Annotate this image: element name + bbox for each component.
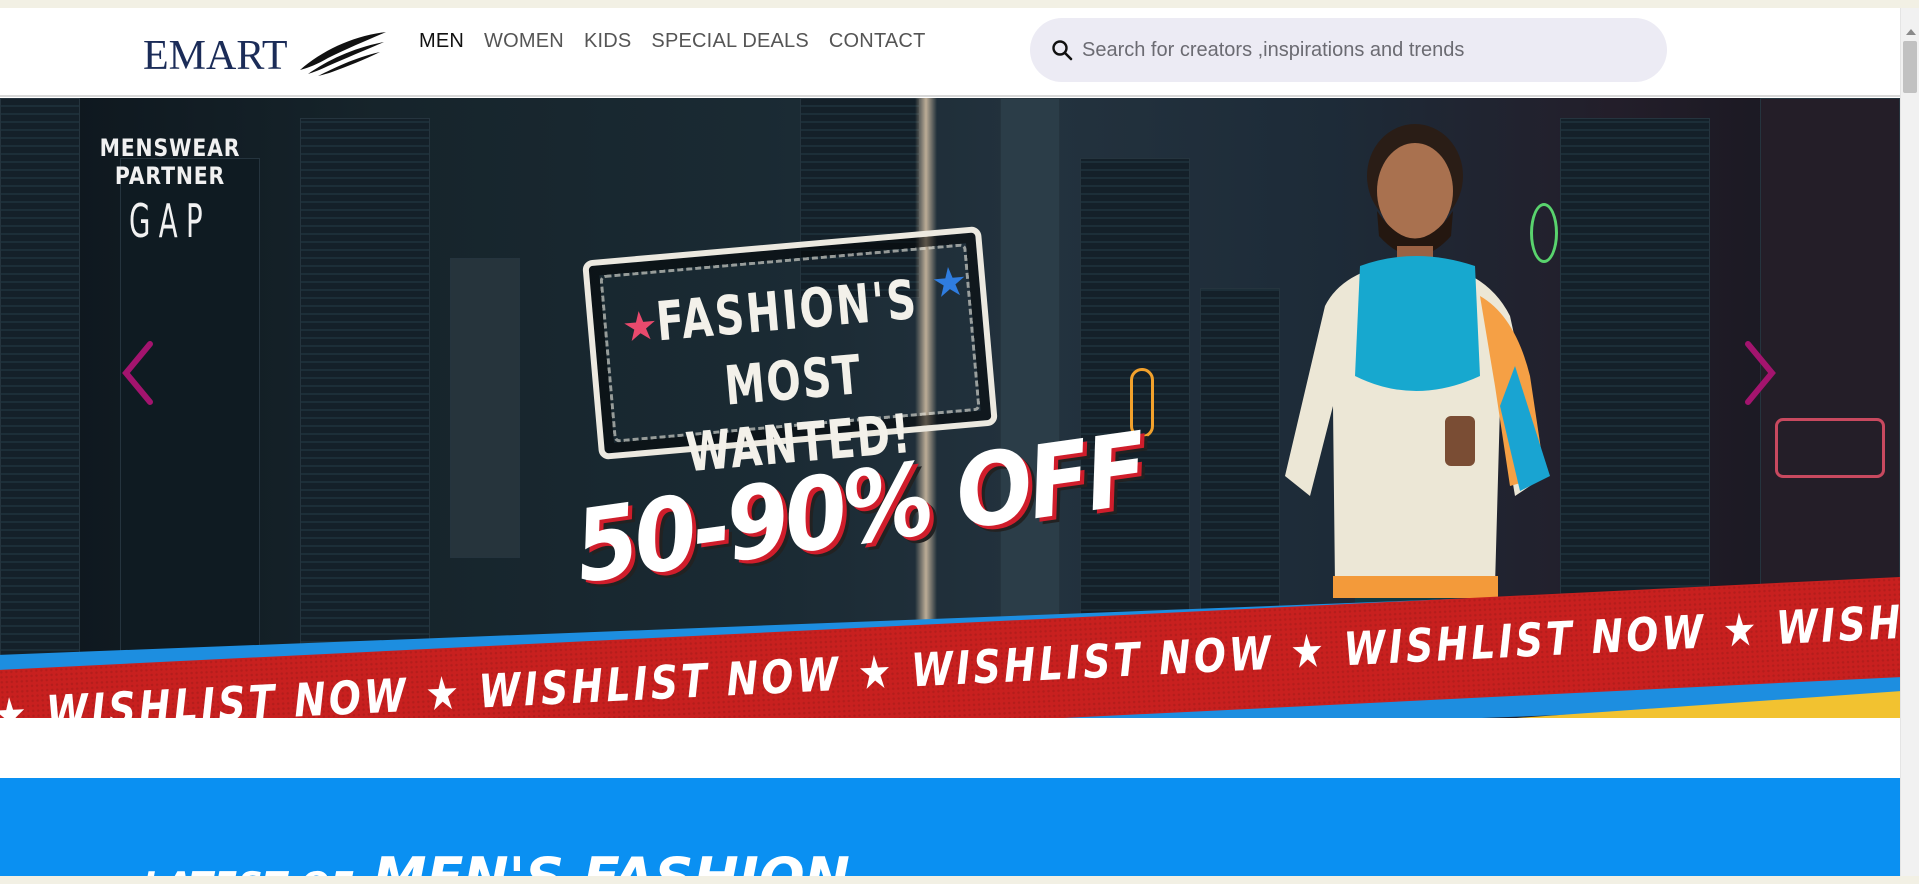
building — [300, 118, 430, 658]
partner-badge: MENSWEAR PARTNER GAP — [55, 134, 285, 248]
main-nav: MEN WOMEN KIDS SPECIAL DEALS CONTACT — [419, 30, 945, 53]
wing-icon — [300, 32, 386, 76]
window-bottom-border — [0, 876, 1919, 884]
site-header: EMART MEN WOMEN KIDS SPECIAL DEALS CONTA… — [0, 8, 1900, 97]
building — [1760, 98, 1900, 658]
hero-banner[interactable]: MENSWEAR PARTNER GAP FASHION'S MOST WANT… — [0, 98, 1900, 718]
latest-fashion-section: LATEST OF MEN'S FASHION — [0, 778, 1900, 876]
headline-stamp: FASHION'S MOST WANTED! ★ ★ — [582, 225, 998, 484]
partner-label: MENSWEAR PARTNER — [99, 134, 241, 190]
section-title-part2: MEN'S FASHION — [373, 846, 850, 876]
nav-kids[interactable]: KIDS — [584, 30, 631, 53]
nav-men[interactable]: MEN — [419, 30, 464, 53]
page: EMART MEN WOMEN KIDS SPECIAL DEALS CONTA… — [0, 8, 1900, 876]
search-bar[interactable] — [1030, 18, 1667, 82]
open-sign — [1775, 418, 1885, 478]
section-title: LATEST OF MEN'S FASHION — [143, 846, 850, 876]
nav-women[interactable]: WOMEN — [484, 30, 564, 53]
building — [1560, 118, 1710, 658]
star-icon: ★ — [620, 303, 660, 351]
scroll-up-arrow-icon[interactable] — [1906, 29, 1916, 35]
search-icon[interactable] — [1050, 38, 1074, 62]
nav-contact[interactable]: CONTACT — [829, 30, 926, 53]
partner-brand: GAP — [128, 194, 212, 248]
window-top-border — [0, 0, 1900, 8]
logo-text: EMART — [143, 33, 288, 79]
section-title-part1: LATEST OF — [143, 865, 355, 876]
chevron-left-icon[interactable] — [118, 338, 158, 408]
chevron-right-icon[interactable] — [1740, 338, 1780, 408]
building — [1000, 98, 1060, 658]
vertical-scrollbar[interactable] — [1900, 8, 1919, 876]
star-icon: ★ — [929, 259, 970, 307]
emart-logo[interactable]: EMART — [143, 26, 388, 86]
building — [450, 258, 520, 558]
model-image — [1285, 124, 1550, 646]
nav-special-deals[interactable]: SPECIAL DEALS — [651, 30, 808, 53]
search-input[interactable] — [1080, 18, 1650, 82]
scroll-thumb[interactable] — [1903, 41, 1917, 93]
